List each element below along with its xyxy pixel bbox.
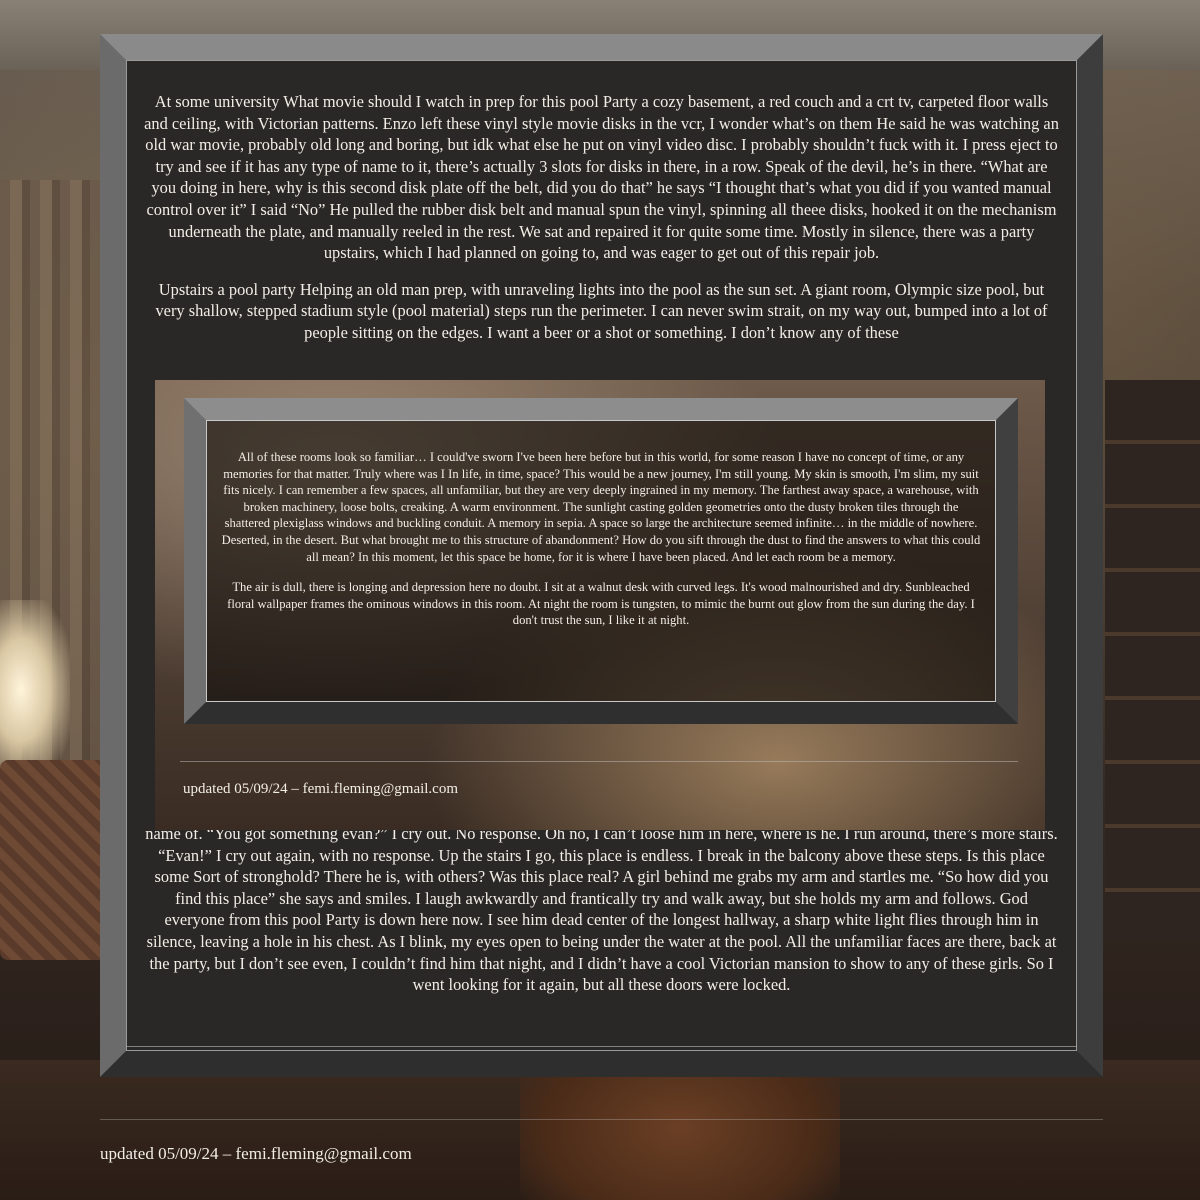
overlay-window-content[interactable]: All of these rooms look so familiar… I c… [206, 420, 996, 702]
main-paragraph-3: name of. “You got something evan?” I cry… [145, 824, 1058, 995]
overlay-paragraph-2: The air is dull, there is longing and de… [227, 580, 975, 628]
overlay-paragraph-1: All of these rooms look so familiar… I c… [221, 450, 981, 564]
main-divider [126, 1046, 1077, 1047]
main-paragraph-2: Upstairs a pool party Helping an old man… [155, 279, 1048, 342]
main-paragraph-1: At some university What movie should I w… [144, 92, 1059, 263]
background-window-light [0, 600, 70, 780]
overlay-footer: updated 05/09/24 – femi.fleming@gmail.co… [183, 781, 459, 797]
overlay-divider [180, 761, 1018, 762]
page-divider [100, 1119, 1103, 1120]
page-footer: updated 05/09/24 – femi.fleming@gmail.co… [100, 1144, 412, 1163]
background-bookshelf [1105, 380, 1200, 940]
background-couch [0, 760, 110, 960]
